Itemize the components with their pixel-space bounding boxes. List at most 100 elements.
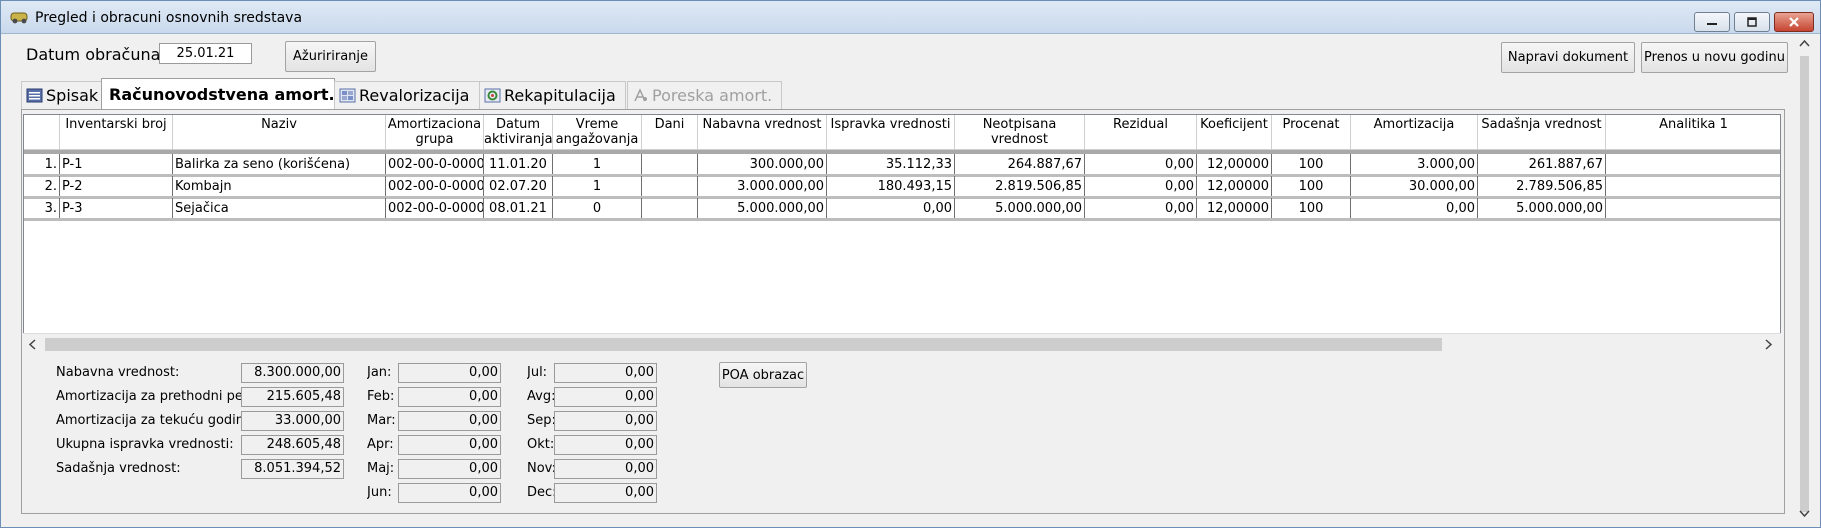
table-cell[interactable]: 5.000.000,00: [1478, 198, 1606, 220]
refresh-button[interactable]: Ažuririranje: [285, 41, 376, 72]
scroll-down-icon[interactable]: [1799, 508, 1810, 518]
table-cell[interactable]: 0,00: [1085, 154, 1197, 176]
table-cell[interactable]: 30.000,00: [1351, 176, 1478, 198]
column-header[interactable]: Vreme angažovanja: [553, 115, 642, 150]
table-cell[interactable]: 3.000,00: [1351, 154, 1478, 176]
restore-icon: [1747, 17, 1757, 27]
table-cell[interactable]: 002-00-0-0000: [386, 154, 484, 176]
tab-poreska-amort[interactable]: Poreska amort.: [627, 81, 782, 109]
month-value: 0,00: [398, 387, 501, 407]
poa-obrazac-button[interactable]: POA obrazac: [719, 362, 807, 388]
column-header[interactable]: Neotpisana vrednost: [955, 115, 1085, 150]
close-button[interactable]: [1774, 12, 1814, 32]
table-cell[interactable]: [642, 154, 698, 176]
table-cell[interactable]: 300.000,00: [698, 154, 827, 176]
month-value: 0,00: [398, 483, 501, 503]
table-cell[interactable]: 5.000.000,00: [698, 198, 827, 220]
column-header[interactable]: Analitika 1: [1606, 115, 1780, 150]
column-header[interactable]: Sadašnja vrednost: [1478, 115, 1606, 150]
horizontal-scrollbar[interactable]: [23, 333, 1781, 354]
make-document-button[interactable]: Napravi dokument: [1501, 42, 1635, 73]
table-cell[interactable]: [642, 198, 698, 220]
table-cell[interactable]: 2.789.506,85: [1478, 176, 1606, 198]
table-cell[interactable]: P-2: [60, 176, 173, 198]
tab-revalorizacija[interactable]: Revalorizacija: [334, 81, 480, 109]
column-header[interactable]: Naziv: [173, 115, 386, 150]
vertical-scrollbar[interactable]: [1795, 34, 1814, 522]
table-cell[interactable]: 002-00-0-0000: [386, 176, 484, 198]
revaluation-icon: [339, 88, 356, 103]
scroll-right-icon[interactable]: [1763, 339, 1773, 350]
table-cell[interactable]: 100: [1272, 198, 1351, 220]
tab-racunovodstvena-amort[interactable]: Računovodstvena amort.: [101, 78, 335, 110]
tab-spisak[interactable]: Spisak: [21, 81, 102, 109]
column-header[interactable]: Datum aktiviranja: [484, 115, 553, 150]
column-header[interactable]: Procenat: [1272, 115, 1351, 150]
row-number-cell[interactable]: 2.: [24, 176, 60, 198]
table-cell[interactable]: 261.887,67: [1478, 154, 1606, 176]
table-cell[interactable]: 0: [553, 198, 642, 220]
month-value: 0,00: [398, 363, 501, 383]
table-cell[interactable]: P-3: [60, 198, 173, 220]
table-row[interactable]: 2. P-2 Kombajn 002-00-0-0000 02.07.20 1 3.000.…: [24, 176, 1780, 198]
table-cell[interactable]: Sejačica: [173, 198, 386, 220]
column-header[interactable]: Dani: [642, 115, 698, 150]
column-header[interactable]: Ispravka vrednosti: [827, 115, 955, 150]
scroll-left-icon[interactable]: [28, 339, 38, 350]
column-header[interactable]: Amortizaciona grupa: [386, 115, 484, 150]
table-cell[interactable]: 0,00: [1085, 176, 1197, 198]
row-number-cell[interactable]: 1.: [24, 154, 60, 176]
horizontal-scroll-thumb[interactable]: [45, 338, 1442, 351]
table-cell[interactable]: 35.112,33: [827, 154, 955, 176]
table-cell[interactable]: [642, 176, 698, 198]
column-header[interactable]: Rezidual: [1085, 115, 1197, 150]
table-cell[interactable]: 0,00: [1351, 198, 1478, 220]
table-cell[interactable]: 5.000.000,00: [955, 198, 1085, 220]
table-cell[interactable]: 08.01.21: [484, 198, 553, 220]
table-cell[interactable]: [1606, 198, 1780, 220]
assets-grid[interactable]: Inventarski broj Naziv Amortizaciona grupa…: [23, 114, 1781, 354]
table-row[interactable]: 3. P-3 Sejačica 002-00-0-0000 08.01.21 0 5.000…: [24, 198, 1780, 220]
table-cell[interactable]: 3.000.000,00: [698, 176, 827, 198]
table-cell[interactable]: Kombajn: [173, 176, 386, 198]
tab-rekapitulacija[interactable]: Rekapitulacija: [479, 81, 626, 109]
table-cell[interactable]: 100: [1272, 176, 1351, 198]
table-cell[interactable]: [1606, 176, 1780, 198]
table-cell[interactable]: 11.01.20: [484, 154, 553, 176]
vertical-scroll-thumb[interactable]: [1800, 56, 1809, 512]
column-header[interactable]: Inventarski broj: [60, 115, 173, 150]
tab-label: Spisak: [46, 86, 99, 105]
restore-button[interactable]: [1734, 12, 1770, 32]
table-cell[interactable]: 12,00000: [1197, 154, 1272, 176]
table-cell[interactable]: 180.493,15: [827, 176, 955, 198]
scroll-up-icon[interactable]: [1799, 39, 1810, 49]
month-value: 0,00: [398, 411, 501, 431]
table-cell[interactable]: [1606, 154, 1780, 176]
table-cell[interactable]: Balirka za seno (korišćena): [173, 154, 386, 176]
table-cell[interactable]: 02.07.20: [484, 176, 553, 198]
table-cell[interactable]: 0,00: [1085, 198, 1197, 220]
column-header[interactable]: Koeficijent: [1197, 115, 1272, 150]
table-row[interactable]: 1. P-1 Balirka za seno (korišćena) 002-00-0…: [24, 154, 1780, 176]
table-cell[interactable]: 002-00-0-0000: [386, 198, 484, 220]
table-cell[interactable]: 100: [1272, 154, 1351, 176]
minimize-button[interactable]: [1694, 12, 1730, 32]
column-header[interactable]: Nabavna vrednost: [698, 115, 827, 150]
row-number-header[interactable]: [24, 115, 60, 150]
row-number-cell[interactable]: 3.: [24, 198, 60, 220]
table-cell[interactable]: 264.887,67: [955, 154, 1085, 176]
tab-label: Revalorizacija: [359, 86, 470, 105]
title-bar[interactable]: Pregled i obracuni osnovnih sredstava: [1, 1, 1820, 34]
table-cell[interactable]: 12,00000: [1197, 198, 1272, 220]
tab-label: Računovodstvena amort.: [109, 85, 335, 104]
table-cell[interactable]: 1: [553, 154, 642, 176]
transfer-year-button[interactable]: Prenos u novu godinu: [1641, 42, 1788, 73]
table-cell[interactable]: 0,00: [827, 198, 955, 220]
column-header[interactable]: Amortizacija: [1351, 115, 1478, 150]
date-input[interactable]: 25.01.21: [159, 43, 252, 64]
table-cell[interactable]: 12,00000: [1197, 176, 1272, 198]
table-cell[interactable]: 2.819.506,85: [955, 176, 1085, 198]
summary-value: 248.605,48: [241, 435, 344, 455]
table-cell[interactable]: P-1: [60, 154, 173, 176]
table-cell[interactable]: 1: [553, 176, 642, 198]
